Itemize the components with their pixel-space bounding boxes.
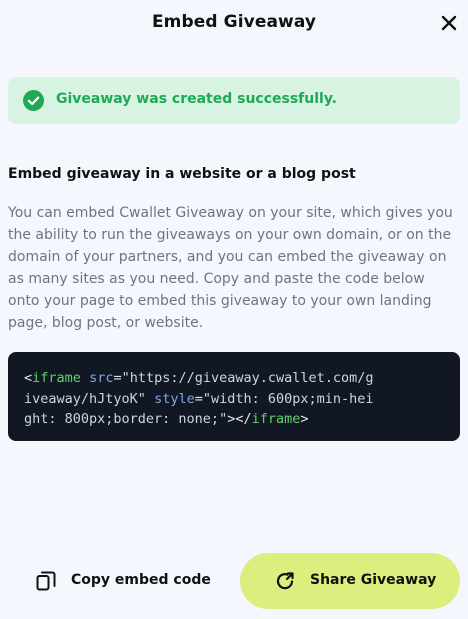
code-string: iveaway/hJtyoK" bbox=[24, 390, 146, 407]
share-giveaway-button[interactable]: Share Giveaway bbox=[240, 553, 460, 609]
embed-code-block[interactable]: <iframe src="https://giveaway.cwallet.co… bbox=[8, 352, 460, 441]
code-token: = bbox=[113, 370, 122, 386]
code-attr: style bbox=[154, 390, 195, 407]
share-icon bbox=[276, 572, 294, 590]
code-token: > bbox=[300, 411, 309, 427]
close-button[interactable] bbox=[438, 12, 460, 34]
embed-heading: Embed giveaway in a website or a blog po… bbox=[8, 166, 356, 182]
code-token: < bbox=[24, 370, 33, 386]
copy-embed-code-button[interactable]: Copy embed code bbox=[26, 553, 222, 609]
modal-title: Embed Giveaway bbox=[151, 12, 317, 32]
code-tag: iframe bbox=[32, 370, 81, 386]
code-token: ></ bbox=[227, 411, 252, 427]
code-token: = bbox=[194, 390, 203, 407]
copy-icon bbox=[36, 571, 56, 591]
share-giveaway-label: Share Giveaway bbox=[310, 572, 437, 588]
copy-embed-code-label: Copy embed code bbox=[71, 572, 211, 588]
code-line: <iframe src="https://giveaway.cwallet.co… bbox=[24, 368, 444, 389]
check-circle-icon bbox=[23, 90, 44, 111]
modal-header: Embed Giveaway bbox=[0, 0, 468, 46]
embed-description: You can embed Cwallet Giveaway on your s… bbox=[8, 205, 453, 331]
success-banner: Giveaway was created successfully. bbox=[8, 77, 460, 124]
embed-giveaway-modal: Embed Giveaway Giveaway was created succ… bbox=[0, 0, 468, 619]
code-string: "width: 600px;min-hei bbox=[202, 390, 374, 407]
success-message: Giveaway was created successfully. bbox=[56, 91, 337, 107]
code-string: "https://giveaway.cwallet.com/g bbox=[121, 370, 374, 386]
code-tag: iframe bbox=[251, 411, 301, 427]
code-attr: src bbox=[89, 370, 114, 386]
code-string: ght: 800px;border: none;" bbox=[24, 411, 228, 427]
close-icon bbox=[441, 15, 457, 31]
code-line: iveaway/hJtyoK" style="width: 600px;min-… bbox=[24, 389, 444, 410]
code-line: ght: 800px;border: none;"></iframe> bbox=[24, 409, 444, 430]
